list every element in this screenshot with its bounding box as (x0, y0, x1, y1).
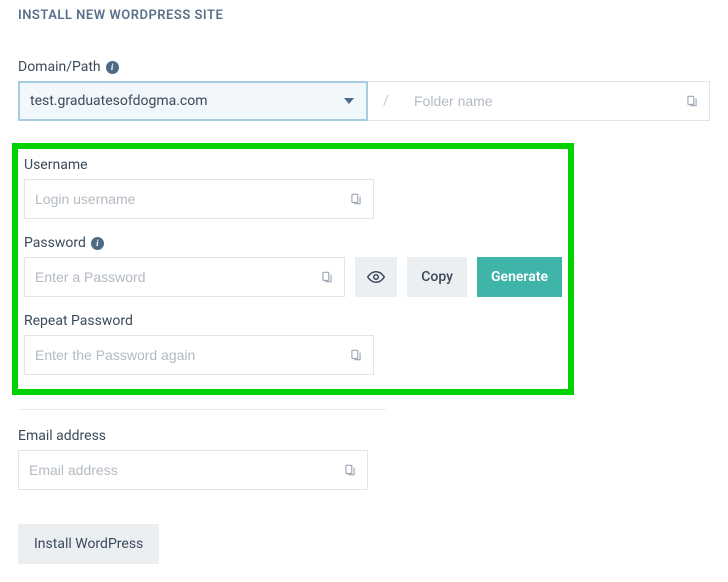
password-input[interactable] (35, 269, 320, 285)
generate-button[interactable]: Generate (477, 257, 562, 297)
eye-icon (367, 268, 385, 286)
credentials-highlight: Username Password i (12, 143, 574, 395)
form-icon[interactable] (320, 270, 334, 284)
page-title: INSTALL NEW WORDPRESS SITE (18, 8, 710, 23)
email-input[interactable] (29, 462, 343, 478)
password-label-text: Password (24, 235, 86, 251)
password-label: Password i (24, 235, 562, 251)
domain-label: Domain/Path i (18, 59, 710, 75)
domain-selected-value: test.graduatesofdogma.com (30, 93, 344, 109)
info-icon[interactable]: i (91, 237, 104, 250)
install-button[interactable]: Install WordPress (18, 524, 159, 564)
username-input-wrap (24, 179, 374, 219)
form-icon[interactable] (343, 463, 357, 477)
domain-label-text: Domain/Path (18, 59, 101, 75)
folder-input-wrap (404, 81, 710, 121)
form-icon[interactable] (349, 192, 363, 206)
domain-row: test.graduatesofdogma.com / (18, 81, 710, 121)
form-icon[interactable] (685, 94, 699, 108)
password-input-wrap (24, 257, 345, 297)
repeat-password-label: Repeat Password (24, 313, 562, 329)
email-label: Email address (18, 428, 710, 444)
info-icon[interactable]: i (106, 61, 119, 74)
copy-button[interactable]: Copy (407, 257, 467, 297)
path-separator: / (368, 81, 404, 121)
repeat-password-input[interactable] (35, 347, 349, 363)
show-password-button[interactable] (355, 257, 397, 297)
repeat-password-input-wrap (24, 335, 374, 375)
username-label: Username (24, 157, 562, 173)
folder-input[interactable] (414, 93, 685, 109)
email-input-wrap (18, 450, 368, 490)
username-input[interactable] (35, 191, 349, 207)
divider (18, 409, 386, 410)
domain-select[interactable]: test.graduatesofdogma.com (18, 81, 368, 121)
form-icon[interactable] (349, 348, 363, 362)
chevron-down-icon (344, 98, 354, 104)
